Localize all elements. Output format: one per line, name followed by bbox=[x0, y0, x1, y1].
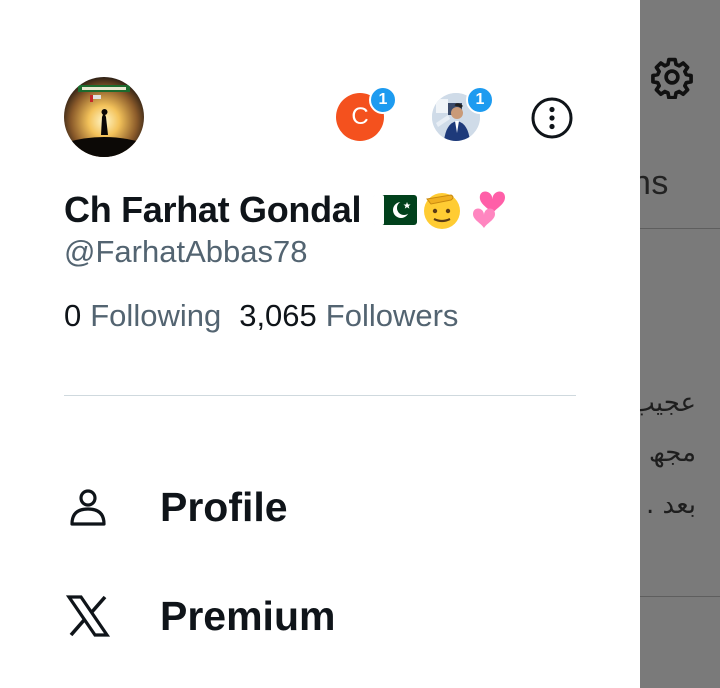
menu-label-premium: Premium bbox=[160, 592, 336, 639]
x-logo-icon bbox=[64, 592, 112, 640]
background-divider bbox=[640, 228, 720, 229]
two-hearts-icon bbox=[473, 191, 506, 228]
menu-item-profile[interactable]: Profile bbox=[64, 477, 584, 537]
menu-item-premium[interactable]: Premium bbox=[64, 586, 584, 646]
following-link[interactable]: 0 Following bbox=[64, 298, 221, 334]
display-name: Ch Farhat Gondal bbox=[64, 189, 362, 230]
followers-count: 3,065 bbox=[239, 298, 317, 333]
profile-name-row[interactable]: Ch Farhat Gondal bbox=[64, 188, 511, 232]
background-overlay[interactable] bbox=[640, 0, 720, 688]
notification-badge: 1 bbox=[369, 86, 397, 114]
saluting-face-icon bbox=[424, 193, 461, 229]
background-post-line-3: بعد . bbox=[646, 490, 696, 520]
menu-label-profile: Profile bbox=[160, 483, 288, 530]
follow-stats: 0 Following 3,065 Followers bbox=[64, 298, 458, 334]
notification-badge: 1 bbox=[466, 86, 494, 114]
more-options-icon[interactable] bbox=[530, 96, 574, 140]
account-drawer: C 1 1 Ch Farhat Gondal @FarhatAbbas78 0 … bbox=[0, 0, 640, 688]
followers-link[interactable]: 3,065 Followers bbox=[239, 298, 458, 334]
following-count: 0 bbox=[64, 298, 82, 333]
settings-gear-icon bbox=[651, 57, 693, 99]
account-initial: C bbox=[351, 103, 369, 130]
background-post-line-1: عجیب bbox=[630, 388, 696, 418]
followers-label: Followers bbox=[325, 298, 459, 333]
background-divider bbox=[640, 596, 720, 597]
profile-handle[interactable]: @FarhatAbbas78 bbox=[64, 234, 307, 270]
profile-avatar[interactable] bbox=[64, 77, 144, 157]
drawer-divider bbox=[64, 395, 576, 396]
background-post-line-2: مجھ bbox=[648, 438, 696, 468]
person-icon bbox=[64, 483, 112, 531]
pakistan-flag-icon bbox=[373, 195, 418, 225]
following-label: Following bbox=[90, 298, 222, 333]
avatar-image bbox=[64, 77, 144, 157]
